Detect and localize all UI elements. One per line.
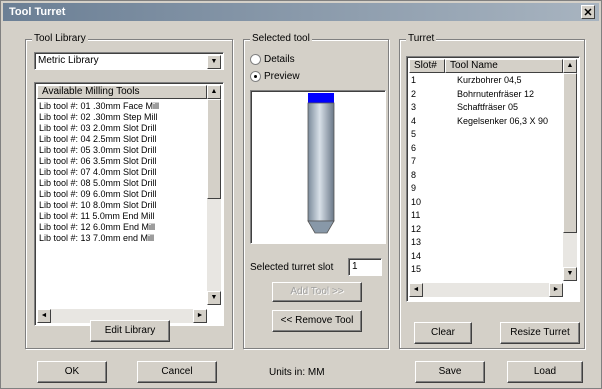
list-item[interactable]: Lib tool #: 07 4.0mm Slot Drill xyxy=(39,167,157,178)
close-icon[interactable]: ✕ xyxy=(581,5,595,19)
tool-tip xyxy=(307,220,335,234)
tool-shank xyxy=(307,102,335,222)
selected-slot-value: 1 xyxy=(352,261,358,272)
turret-group: Turret Slot# Tool Name 1 Kurzbohrer 04,5 2… xyxy=(399,33,585,349)
slot-number: 13 xyxy=(411,237,422,247)
milling-tools-list[interactable]: Available Milling Tools Lib tool #: 01 .… xyxy=(34,82,224,326)
library-vscroll[interactable]: ▲ ▼ xyxy=(207,85,221,305)
tool-name: Kegelsenker 06,3 X 90 xyxy=(457,115,549,126)
chevron-down-icon[interactable]: ▼ xyxy=(207,55,221,69)
list-item[interactable]: Lib tool #: 02 .30mm Step Mill xyxy=(39,112,158,123)
scroll-right-icon[interactable]: ► xyxy=(193,309,207,323)
selected-tool-title: Selected tool xyxy=(250,33,312,45)
scroll-right-icon[interactable]: ► xyxy=(549,283,563,297)
scroll-down-icon[interactable]: ▼ xyxy=(207,291,221,305)
scroll-left-icon[interactable]: ◄ xyxy=(409,283,423,297)
cancel-button[interactable]: Cancel xyxy=(137,361,217,383)
tool-name-column-header[interactable]: Tool Name xyxy=(445,59,563,73)
list-item[interactable]: Lib tool #: 01 .30mm Face Mill xyxy=(39,101,159,112)
preview-radio[interactable] xyxy=(250,71,261,82)
preview-label: Preview xyxy=(264,71,300,82)
save-button[interactable]: Save xyxy=(415,361,485,383)
tool-name: Schaftfräser 05 xyxy=(457,102,519,112)
ok-button[interactable]: OK xyxy=(37,361,107,383)
scroll-left-icon[interactable]: ◄ xyxy=(37,309,51,323)
list-header: Available Milling Tools xyxy=(37,85,207,99)
turret-vscroll[interactable]: ▲ ▼ xyxy=(563,59,577,281)
list-item[interactable]: Lib tool #: 12 6.0mm End Mill xyxy=(39,222,155,233)
details-label: Details xyxy=(264,54,295,65)
slot-column-header[interactable]: Slot# xyxy=(409,59,445,73)
tool-library-group: Tool Library Metric Library ▼ Available … xyxy=(25,33,233,349)
slot-number: 12 xyxy=(411,223,422,234)
slot-number: 9 xyxy=(411,183,417,193)
slot-number: 5 xyxy=(411,129,417,139)
scroll-up-icon[interactable]: ▲ xyxy=(207,85,221,99)
slot-number: 3 xyxy=(411,102,417,112)
remove-tool-button[interactable]: << Remove Tool xyxy=(272,310,362,332)
scroll-thumb[interactable] xyxy=(207,99,221,199)
scroll-thumb[interactable] xyxy=(563,73,577,233)
turret-hscroll[interactable]: ◄ ► xyxy=(409,283,563,297)
load-button[interactable]: Load xyxy=(507,361,583,383)
list-item[interactable]: Lib tool #: 10 8.0mm Slot Drill xyxy=(39,200,157,211)
selected-slot-label: Selected turret slot xyxy=(250,262,334,273)
list-item[interactable]: Lib tool #: 03 2.0mm Slot Drill xyxy=(39,123,157,134)
list-item[interactable]: Lib tool #: 13 7.0mm end Mill xyxy=(39,233,154,244)
tool-name: Kurzbohrer 04,5 xyxy=(457,75,522,85)
list-item[interactable]: Lib tool #: 09 6.0mm Slot Drill xyxy=(39,189,157,200)
resize-turret-button[interactable]: Resize Turret xyxy=(500,322,580,344)
turret-list[interactable]: Slot# Tool Name 1 Kurzbohrer 04,5 2 Bohrnut… xyxy=(406,56,580,302)
tool-preview-pane xyxy=(250,90,386,244)
slot-number: 4 xyxy=(411,115,417,126)
slot-number: 10 xyxy=(411,196,422,207)
slot-number: 11 xyxy=(411,210,421,220)
tool-preview-drawing xyxy=(307,93,335,234)
list-item[interactable]: Lib tool #: 06 3.5mm Slot Drill xyxy=(39,156,157,167)
library-select-value: Metric Library xyxy=(38,55,99,66)
library-select[interactable]: Metric Library ▼ xyxy=(34,52,224,70)
slot-number: 15 xyxy=(411,264,422,274)
selected-tool-group: Selected tool Details Preview Selected t… xyxy=(243,33,389,349)
turret-title: Turret xyxy=(406,33,437,45)
units-text: Units in: MM xyxy=(269,367,325,378)
slot-number: 6 xyxy=(411,142,417,153)
clear-button[interactable]: Clear xyxy=(414,322,472,344)
window-title: Tool Turret xyxy=(9,6,66,18)
slot-number: 1 xyxy=(411,75,417,85)
slot-number: 8 xyxy=(411,169,417,180)
tool-library-title: Tool Library xyxy=(32,33,88,45)
list-item[interactable]: Lib tool #: 04 2.5mm Slot Drill xyxy=(39,134,157,145)
add-tool-button[interactable]: Add Tool >> xyxy=(272,282,362,302)
edit-library-button[interactable]: Edit Library xyxy=(90,320,170,342)
slot-number: 14 xyxy=(411,250,422,261)
list-item[interactable]: Lib tool #: 05 3.0mm Slot Drill xyxy=(39,145,157,156)
tool-name: Bohrnutenfräser 12 xyxy=(457,88,535,99)
details-radio[interactable] xyxy=(250,54,261,65)
scroll-up-icon[interactable]: ▲ xyxy=(563,59,577,73)
tool-turret-dialog: Tool Turret ✕ Tool Library Metric Librar… xyxy=(0,0,602,389)
list-item[interactable]: Lib tool #: 11 5.0mm End Mill xyxy=(39,211,154,222)
scroll-down-icon[interactable]: ▼ xyxy=(563,267,577,281)
title-bar: Tool Turret ✕ xyxy=(3,3,599,21)
selected-slot-input[interactable]: 1 xyxy=(348,258,382,276)
list-item[interactable]: Lib tool #: 08 5.0mm Slot Drill xyxy=(39,178,157,189)
tool-holder-cap xyxy=(308,93,334,103)
slot-number: 7 xyxy=(411,156,417,166)
slot-number: 2 xyxy=(411,88,417,99)
